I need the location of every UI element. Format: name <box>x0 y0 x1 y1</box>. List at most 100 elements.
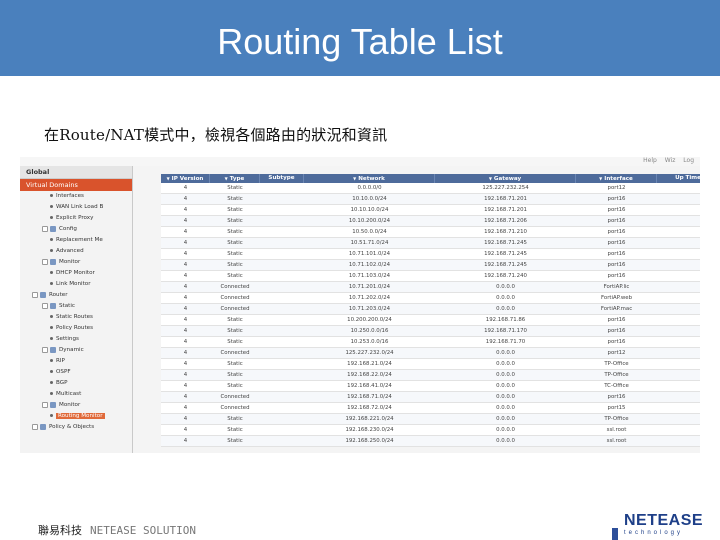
top-link-wizard[interactable]: Wiz <box>665 157 676 164</box>
sidebar-item[interactable]: BGP <box>20 378 132 389</box>
table-row[interactable]: 4 Static 10.50.0.0/24 192.168.71.210 port16 <box>161 227 700 238</box>
table-row[interactable]: 4 Static 10.200.200.0/24 192.168.71.86 port1… <box>161 315 700 326</box>
sidebar-virtual-domains[interactable]: Virtual Domains <box>20 179 132 191</box>
filter-arrow-icon[interactable]: ▼ <box>599 176 602 181</box>
cell-gateway: 0.0.0.0 <box>496 361 515 367</box>
expand-icon[interactable] <box>42 225 48 232</box>
cell-ip-version: 4 <box>183 207 188 213</box>
column-header-network[interactable]: ▼ Network <box>304 174 435 183</box>
filter-arrow-icon[interactable]: ▼ <box>489 176 492 181</box>
sidebar-item[interactable]: Router <box>20 290 132 301</box>
sidebar-item[interactable]: Interfaces <box>20 191 132 202</box>
cell-gateway: 192.168.71.245 <box>484 251 527 257</box>
table-row[interactable]: 4 Static 10.10.10.0/24 192.168.71.201 port16 <box>161 205 700 216</box>
top-link-log[interactable]: Log <box>683 157 694 164</box>
table-row[interactable]: 4 Static 10.253.0.0/16 192.168.71.70 port16 <box>161 337 700 348</box>
table-row[interactable]: 4 Static 10.250.0.0/16 192.168.71.170 port16 <box>161 326 700 337</box>
column-header-label: Up Time <box>675 175 700 181</box>
column-header-type[interactable]: ▼ Type <box>210 174 260 183</box>
sidebar-item-label: Advanced <box>56 248 84 254</box>
cell-subtype <box>260 315 304 326</box>
sidebar-item[interactable]: OSPF <box>20 367 132 378</box>
table-row[interactable]: 4 Static 192.168.221.0/24 0.0.0.0 TP-Office <box>161 414 700 425</box>
routing-monitor-screenshot: Help Wiz Log Global Virtual Domains Inte… <box>20 157 700 453</box>
cell-interface: port16 <box>607 207 626 213</box>
table-row[interactable]: 4 Static 10.10.0.0/24 192.168.71.201 port16 <box>161 194 700 205</box>
table-row[interactable]: 4 Connected 10.71.202.0/24 0.0.0.0 FortiAP.w… <box>161 293 700 304</box>
table-row[interactable]: 4 Connected 10.71.201.0/24 0.0.0.0 FortiAP.l… <box>161 282 700 293</box>
column-header-label: Gateway <box>493 176 522 182</box>
cell-gateway: 0.0.0.0 <box>496 427 515 433</box>
sidebar-item[interactable]: Static Routes <box>20 312 132 323</box>
cell-up-time <box>657 216 700 227</box>
sidebar-item[interactable]: DHCP Monitor <box>20 268 132 279</box>
expand-icon[interactable] <box>32 423 38 430</box>
sidebar-item[interactable]: Policy & Objects <box>20 422 132 433</box>
column-header-up-time[interactable]: Up Time <box>657 174 700 183</box>
sidebar-item[interactable]: Policy Routes <box>20 323 132 334</box>
sidebar-item[interactable]: Routing Monitor <box>20 411 132 422</box>
sidebar-item[interactable]: Monitor <box>20 400 132 411</box>
table-row[interactable]: 4 Static 10.10.200.0/24 192.168.71.206 port1… <box>161 216 700 227</box>
sidebar-item[interactable]: Settings <box>20 334 132 345</box>
sidebar-item[interactable]: Dynamic <box>20 345 132 356</box>
cell-network: 192.168.21.0/24 <box>347 361 392 367</box>
table-row[interactable]: 4 Static 192.168.250.0/24 0.0.0.0 ssl.root <box>161 436 700 447</box>
cell-network: 192.168.230.0/24 <box>345 427 394 433</box>
filter-arrow-icon[interactable]: ▼ <box>167 176 170 181</box>
cell-network: 192.168.71.0/24 <box>347 394 392 400</box>
expand-icon[interactable] <box>32 291 38 298</box>
filter-arrow-icon[interactable]: ▼ <box>353 176 356 181</box>
cell-network: 10.10.10.0/24 <box>350 207 389 213</box>
column-header-interface[interactable]: ▼ Interface <box>576 174 657 183</box>
expand-icon[interactable] <box>42 302 48 309</box>
table-row[interactable]: 4 Static 10.71.101.0/24 192.168.71.245 port1… <box>161 249 700 260</box>
table-row[interactable]: 4 Static 10.71.103.0/24 192.168.71.240 port1… <box>161 271 700 282</box>
cell-network: 192.168.72.0/24 <box>347 405 392 411</box>
sidebar-global-header[interactable]: Global <box>20 166 132 179</box>
expand-icon[interactable] <box>42 346 48 353</box>
sidebar-item[interactable]: Advanced <box>20 246 132 257</box>
column-header-subtype[interactable]: Subtype <box>260 174 304 183</box>
filter-arrow-icon[interactable]: ▼ <box>225 176 228 181</box>
table-row[interactable]: 4 Connected 10.71.203.0/24 0.0.0.0 FortiAP.m… <box>161 304 700 315</box>
column-header-gateway[interactable]: ▼ Gateway <box>435 174 576 183</box>
sidebar-item-label: Routing Monitor <box>56 413 105 419</box>
sidebar-item[interactable]: Static <box>20 301 132 312</box>
column-header-label: IP Version <box>171 176 204 182</box>
top-link-help[interactable]: Help <box>643 157 657 164</box>
table-row[interactable]: 4 Static 10.71.102.0/24 192.168.71.245 port1… <box>161 260 700 271</box>
sidebar-item[interactable]: Link Monitor <box>20 279 132 290</box>
cell-gateway: 0.0.0.0 <box>496 350 515 356</box>
table-row[interactable]: 4 Static 0.0.0.0/0 125.227.232.254 port12 <box>161 183 700 194</box>
cell-network: 192.168.41.0/24 <box>347 383 392 389</box>
sidebar-item[interactable]: WAN Link Load B <box>20 202 132 213</box>
cell-gateway: 192.168.71.245 <box>484 240 527 246</box>
sidebar-item[interactable]: RIP <box>20 356 132 367</box>
expand-icon[interactable] <box>42 258 48 265</box>
cell-interface: port16 <box>607 240 626 246</box>
cell-gateway: 0.0.0.0 <box>496 284 515 290</box>
sidebar-item[interactable]: Monitor <box>20 257 132 268</box>
cell-interface: port12 <box>607 350 626 356</box>
bullet-icon <box>50 249 53 252</box>
sidebar-item[interactable]: Multicast <box>20 389 132 400</box>
table-row[interactable]: 4 Connected 192.168.71.0/24 0.0.0.0 port16 <box>161 392 700 403</box>
table-row[interactable]: 4 Connected 192.168.72.0/24 0.0.0.0 port15 <box>161 403 700 414</box>
sidebar-item[interactable]: Explicit Proxy <box>20 213 132 224</box>
cell-type: Static <box>227 339 243 345</box>
table-row[interactable]: 4 Connected 125.227.232.0/24 0.0.0.0 port12 <box>161 348 700 359</box>
table-row[interactable]: 4 Static 192.168.41.0/24 0.0.0.0 TC-Office <box>161 381 700 392</box>
bullet-icon <box>50 414 53 417</box>
table-row[interactable]: 4 Static 192.168.21.0/24 0.0.0.0 TP-Office <box>161 359 700 370</box>
table-row[interactable]: 4 Static 192.168.230.0/24 0.0.0.0 ssl.root <box>161 425 700 436</box>
cell-type: Connected <box>220 394 250 400</box>
expand-icon[interactable] <box>42 401 48 408</box>
column-header-label: Network <box>358 176 385 182</box>
cell-type: Connected <box>220 405 250 411</box>
sidebar-item[interactable]: Replacement Me <box>20 235 132 246</box>
column-header-ip-version[interactable]: ▼ IP Version <box>161 174 210 183</box>
table-row[interactable]: 4 Static 192.168.22.0/24 0.0.0.0 TP-Office <box>161 370 700 381</box>
sidebar-item[interactable]: Config <box>20 224 132 235</box>
table-row[interactable]: 4 Static 10.51.71.0/24 192.168.71.245 port16 <box>161 238 700 249</box>
